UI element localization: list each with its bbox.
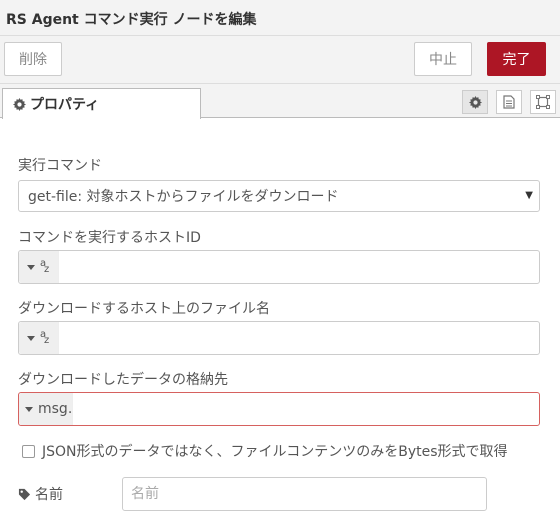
- store-label: ダウンロードしたデータの格納先: [18, 372, 228, 388]
- host-id-input[interactable]: az: [18, 250, 540, 284]
- caret-down-icon: [27, 264, 35, 270]
- cancel-button[interactable]: 中止: [414, 42, 472, 76]
- filename-input[interactable]: az: [18, 321, 540, 355]
- delete-button[interactable]: 削除: [4, 42, 62, 76]
- tag-icon: [18, 488, 31, 500]
- caret-down-icon: [25, 406, 33, 412]
- store-input[interactable]: msg.: [18, 392, 540, 426]
- dropdown-arrow-icon: ▼: [525, 190, 533, 201]
- dialog-title-bar: RS Agent コマンド実行 ノードを編集: [0, 0, 560, 36]
- store-type-selector[interactable]: msg.: [19, 393, 73, 425]
- string-type-icon: az: [40, 258, 50, 275]
- command-select-value: get-file: 対象ホストからファイルをダウンロード: [28, 189, 339, 205]
- command-select[interactable]: get-file: 対象ホストからファイルをダウンロード ▼: [18, 180, 540, 212]
- host-id-type-selector[interactable]: az: [19, 251, 59, 283]
- description-tab-button[interactable]: [496, 90, 522, 114]
- dialog-action-bar: 削除 中止 完了: [0, 36, 560, 84]
- dialog-title: RS Agent コマンド実行 ノードを編集: [6, 12, 257, 28]
- tab-properties-label: プロパティ: [30, 97, 100, 113]
- filename-type-selector[interactable]: az: [19, 322, 59, 354]
- string-type-icon: az: [40, 329, 50, 346]
- gear-icon: [13, 97, 26, 111]
- name-label: 名前: [35, 487, 63, 503]
- document-icon: [503, 95, 515, 109]
- gear-icon: [468, 95, 482, 109]
- store-value[interactable]: [73, 393, 539, 425]
- msg-prefix: msg.: [38, 401, 73, 417]
- host-id-value[interactable]: [59, 251, 539, 283]
- node-appearance-icon: [536, 95, 550, 109]
- name-input[interactable]: [122, 477, 487, 511]
- done-button[interactable]: 完了: [487, 42, 546, 76]
- command-label: 実行コマンド: [18, 158, 102, 174]
- host-id-label: コマンドを実行するホストID: [18, 230, 201, 246]
- caret-down-icon: [27, 335, 35, 341]
- bytes-checkbox[interactable]: [22, 444, 35, 458]
- appearance-tab-button[interactable]: [530, 90, 556, 114]
- filename-value[interactable]: [59, 322, 539, 354]
- tab-properties[interactable]: プロパティ: [2, 88, 201, 119]
- bytes-checkbox-label: JSON形式のデータではなく、ファイルコンテンツのみをBytes形式で取得: [42, 444, 508, 460]
- tab-strip: プロパティ: [0, 84, 560, 119]
- filename-label: ダウンロードするホスト上のファイル名: [18, 301, 270, 317]
- bytes-checkbox-row[interactable]: JSON形式のデータではなく、ファイルコンテンツのみをBytes形式で取得: [22, 441, 508, 461]
- settings-tab-button[interactable]: [462, 90, 488, 114]
- name-label-row: 名前: [18, 484, 63, 504]
